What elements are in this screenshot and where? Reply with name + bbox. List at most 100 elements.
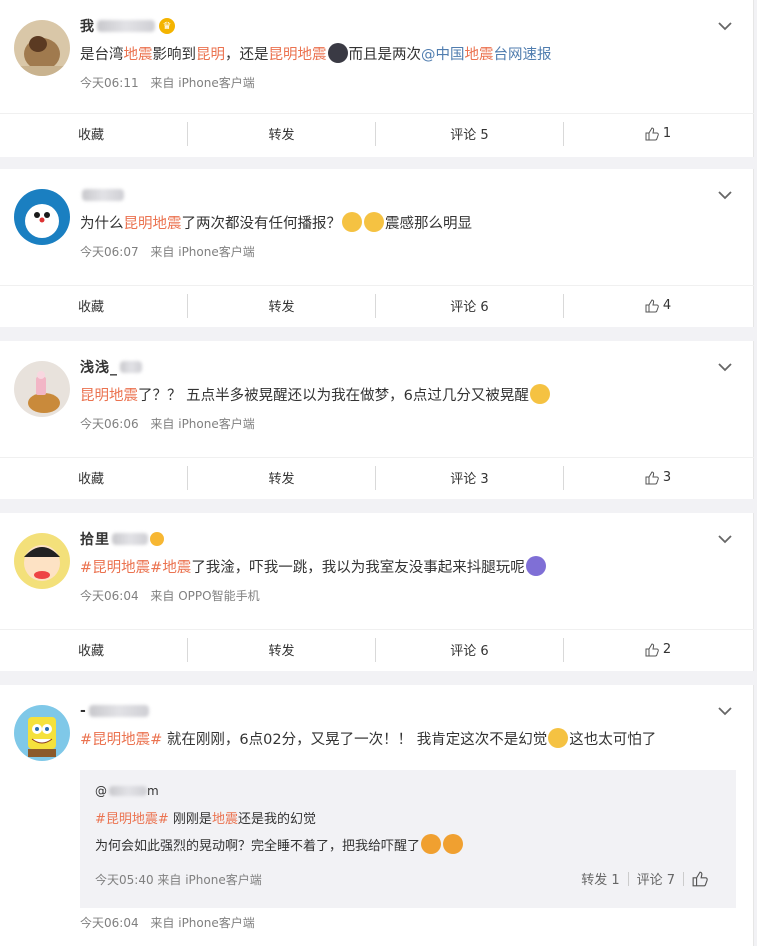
favorite-button[interactable]: 收藏 — [0, 293, 188, 318]
comment-card: 浅浅_ 昆明地震了？？ 五点半多被晃醒还以为我在做梦，6点过几分又被晃醒 今天0… — [0, 341, 754, 499]
chevron-down-icon[interactable] — [717, 189, 733, 201]
text-segment: ，还是 — [225, 47, 269, 63]
text-segment: 影响到 — [152, 47, 197, 63]
chevron-down-icon[interactable] — [717, 20, 733, 32]
post-time[interactable]: 今天06:04 — [80, 589, 139, 603]
post-meta: 今天06:06 来自 iPhone客户端 — [80, 415, 255, 432]
link-text[interactable]: 昆明地震 — [80, 388, 138, 404]
post-time[interactable]: 今天06:11 — [80, 76, 139, 90]
post-source: 来自 iPhone客户端 — [150, 76, 255, 90]
scared-emoji-icon — [525, 556, 546, 576]
link-text[interactable]: 地震 — [124, 47, 153, 63]
sleep-emoji-icon — [364, 212, 384, 232]
repost-count-link[interactable]: 转发 1 — [581, 869, 619, 888]
post-text: 昆明地震了？？ 五点半多被晃醒还以为我在做梦，6点过几分又被晃醒 — [80, 384, 551, 407]
thumbs-up-icon — [645, 126, 659, 140]
avatar[interactable] — [14, 533, 70, 589]
avatar[interactable] — [14, 20, 70, 76]
comment-count-link[interactable]: 评论 7 — [637, 869, 675, 888]
repost-actions: 转发 1 评论 7 — [581, 869, 712, 888]
favorite-button[interactable]: 收藏 — [0, 637, 188, 662]
text-segment: 这也太可怕了 — [569, 732, 657, 748]
post-meta: 今天06:04 来自 iPhone客户端 — [80, 914, 255, 931]
avatar[interactable] — [14, 705, 70, 761]
action-bar: 收藏 转发 评论 3 3 — [0, 457, 754, 497]
link-text[interactable]: #昆明地震# — [80, 560, 162, 576]
link-text[interactable]: @中国 — [421, 47, 465, 63]
link-text[interactable]: #昆明地震# — [95, 812, 169, 827]
cry-emoji-icon — [548, 728, 569, 748]
repost-button[interactable]: 转发 — [188, 465, 376, 490]
post-source: 来自 iPhone客户端 — [150, 916, 255, 930]
link-text[interactable]: 地震 — [465, 47, 494, 63]
avatar[interactable] — [14, 361, 70, 417]
thumbs-up-icon — [645, 642, 659, 656]
laugh-emoji-icon — [529, 384, 550, 404]
like-button[interactable]: 2 — [564, 638, 752, 662]
link-text[interactable]: 地震 — [162, 560, 191, 576]
comment-button[interactable]: 评论 6 — [376, 637, 564, 662]
post-time[interactable]: 今天06:07 — [80, 245, 139, 259]
thumbs-up-icon — [645, 470, 659, 484]
favorite-button[interactable]: 收藏 — [0, 465, 188, 490]
repost-text: #昆明地震# 刚刚是地震还是我的幻觉 — [95, 808, 316, 827]
username[interactable]: 拾里 — [80, 529, 165, 549]
comment-card: - #昆明地震# 就在刚刚，6点02分，又晃了一次！！ 我肯定这次不是幻觉 这也太… — [0, 685, 754, 946]
text-segment: 是台湾 — [80, 47, 124, 63]
text-segment: 震感那么明显 — [385, 216, 472, 232]
face-emoji-icon — [327, 43, 348, 63]
link-text[interactable]: 台网速报 — [494, 47, 552, 63]
chevron-down-icon[interactable] — [717, 533, 733, 545]
username[interactable]: - — [80, 701, 149, 721]
post-time[interactable]: 今天06:04 — [80, 916, 139, 930]
repost-author[interactable]: @ m — [95, 784, 159, 798]
comment-card: 我 ♛ 是台湾地震影响到昆明，还是昆明地震 而且是两次@中国地震台网速报 今天06… — [0, 0, 754, 157]
text-segment: 了我淦，吓我一跳，我以为我室友没事起来抖腿玩呢 — [191, 560, 525, 576]
action-bar: 收藏 转发 评论 6 2 — [0, 629, 754, 669]
repost-button[interactable]: 转发 — [188, 637, 376, 662]
comment-button[interactable]: 评论 6 — [376, 293, 564, 318]
like-button[interactable]: 1 — [564, 122, 752, 146]
favorite-button[interactable]: 收藏 — [0, 121, 188, 146]
comment-button[interactable]: 评论 5 — [376, 121, 564, 146]
like-button[interactable]: 3 — [564, 466, 752, 490]
comment-card: 拾里 #昆明地震#地震了我淦，吓我一跳，我以为我室友没事起来抖腿玩呢 今天06:… — [0, 513, 754, 671]
text-segment: 了？？ 五点半多被晃醒还以为我在做梦，6点过几分又被晃醒 — [138, 388, 529, 404]
chevron-down-icon[interactable] — [717, 361, 733, 373]
comment-button[interactable]: 评论 3 — [376, 465, 564, 490]
text-segment: 还是我的幻觉 — [237, 812, 316, 827]
avatar[interactable] — [14, 189, 70, 245]
post-source: 来自 iPhone客户端 — [150, 245, 255, 259]
scared-emoji-icon — [443, 834, 464, 854]
scared-emoji-icon — [421, 834, 442, 854]
link-text[interactable]: #昆明地震# — [80, 732, 162, 748]
link-text[interactable]: 昆明 — [196, 47, 225, 63]
link-text[interactable]: 昆明地震 — [269, 47, 327, 63]
text-segment: 就在刚刚，6点02分，又晃了一次！！ 我肯定这次不是幻觉 — [162, 732, 548, 748]
reposted-weibo[interactable]: @ m #昆明地震# 刚刚是地震还是我的幻觉 为何会如此强烈的晃动啊？完全睡不着… — [80, 770, 736, 908]
thumbs-up-icon[interactable] — [692, 871, 708, 887]
username[interactable]: 我 ♛ — [80, 16, 175, 36]
sleep-emoji-icon — [342, 212, 362, 232]
post-meta: 今天06:11 来自 iPhone客户端 — [80, 74, 255, 91]
post-time[interactable]: 今天06:06 — [80, 417, 139, 431]
post-text: #昆明地震# 就在刚刚，6点02分，又晃了一次！！ 我肯定这次不是幻觉 这也太可怕… — [80, 728, 656, 751]
username[interactable]: 浅浅_ — [80, 357, 142, 377]
like-button[interactable]: 4 — [564, 294, 752, 318]
post-source: 来自 OPPO智能手机 — [150, 589, 260, 603]
weibo-comment-feed: 我 ♛ 是台湾地震影响到昆明，还是昆明地震 而且是两次@中国地震台网速报 今天06… — [0, 0, 757, 946]
text-segment: 而且是两次 — [348, 47, 422, 63]
link-text[interactable]: 地震 — [212, 812, 238, 827]
repost-button[interactable]: 转发 — [188, 293, 376, 318]
thumbs-up-icon — [645, 298, 659, 312]
repost-text-line2: 为何会如此强烈的晃动啊？完全睡不着了，把我给吓醒了 — [95, 834, 464, 854]
comment-card: 为什么昆明地震了两次都没有任何播报？ 震感那么明显 今天06:07 来自 iPho… — [0, 169, 754, 327]
repost-button[interactable]: 转发 — [188, 121, 376, 146]
chevron-down-icon[interactable] — [717, 705, 733, 717]
post-text: 为什么昆明地震了两次都没有任何播报？ 震感那么明显 — [80, 212, 472, 235]
text-segment: 了两次都没有任何播报？ — [181, 216, 342, 232]
vip-crown-icon: ♛ — [159, 18, 175, 34]
link-text[interactable]: 昆明地震 — [124, 216, 182, 232]
emoji-icon — [150, 532, 164, 546]
username[interactable] — [80, 185, 124, 205]
